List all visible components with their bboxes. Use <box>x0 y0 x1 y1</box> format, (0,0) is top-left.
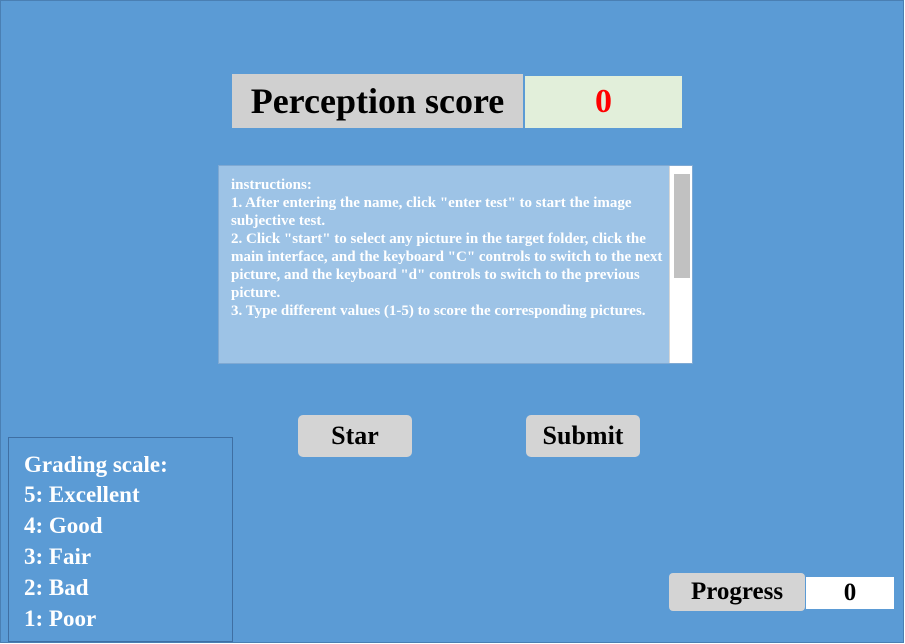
progress-value: 0 <box>806 577 894 609</box>
perception-score-value: 0 <box>525 76 682 128</box>
grading-scale-panel: Grading scale: 5: Excellent 4: Good 3: F… <box>8 437 233 642</box>
main-window: Perception score 0 instructions: 1. Afte… <box>0 0 904 643</box>
progress-label: Progress <box>669 573 805 611</box>
scrollbar-thumb[interactable] <box>674 174 690 278</box>
star-button[interactable]: Star <box>298 415 412 457</box>
grading-item-5: 5: Excellent <box>24 482 140 507</box>
instructions-textbox[interactable]: instructions: 1. After entering the name… <box>218 165 693 364</box>
submit-button[interactable]: Submit <box>526 415 640 457</box>
grading-scale-title: Grading scale: <box>24 452 168 477</box>
grading-item-1: 1: Poor <box>24 606 97 631</box>
grading-item-3: 3: Fair <box>24 544 92 569</box>
instructions-text: instructions: 1. After entering the name… <box>231 177 663 319</box>
perception-score-label: Perception score <box>232 74 523 128</box>
instructions-scrollbar[interactable] <box>669 166 692 363</box>
grading-item-4: 4: Good <box>24 513 103 538</box>
grading-item-2: 2: Bad <box>24 575 89 600</box>
